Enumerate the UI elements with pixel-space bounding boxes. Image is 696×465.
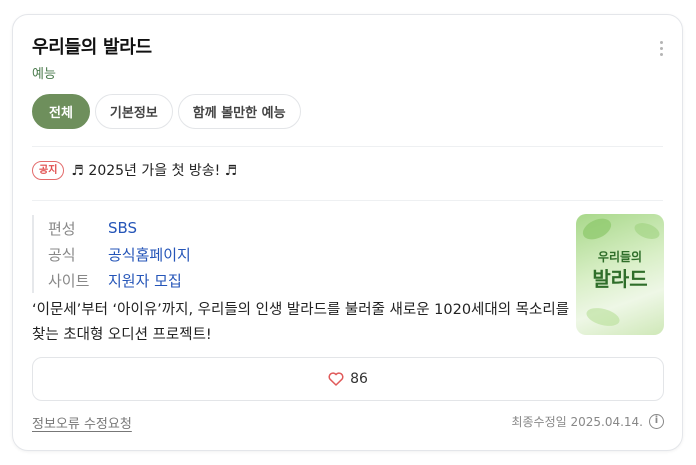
last-updated: 최종수정일 2025.04.14. i: [511, 413, 664, 430]
divider: [32, 146, 663, 147]
info-list: 편성 SBS 공식 공식홈페이지 사이트 지원자 모집: [32, 215, 362, 293]
notice-badge: 공지: [32, 160, 65, 180]
program-title[interactable]: 우리들의 발라드: [32, 33, 152, 59]
info-icon[interactable]: i: [649, 414, 664, 429]
tab-basic-info[interactable]: 기본정보: [94, 94, 173, 129]
divider: [32, 200, 663, 201]
official-homepage-link[interactable]: 공식홈페이지: [108, 244, 191, 265]
tab-related-shows[interactable]: 함께 볼만한 예능: [177, 94, 301, 129]
program-description: ‘이문세’부터 ‘아이유’까지, 우리들의 인생 발라드를 불러줄 새로운 10…: [32, 302, 570, 343]
report-error-link[interactable]: 정보오류 수정요청: [32, 413, 132, 432]
info-key: 공식: [48, 245, 76, 264]
info-row-broadcaster: 편성 SBS: [34, 215, 362, 241]
applicant-recruit-link[interactable]: 지원자 모집: [108, 270, 182, 291]
tab-all[interactable]: 전체: [32, 94, 90, 129]
notice-text: ♬ 2025년 가을 첫 방송! ♬: [71, 163, 238, 179]
like-button[interactable]: 86: [32, 357, 664, 401]
heart-outline-icon: [328, 372, 344, 386]
like-count: 86: [350, 371, 368, 387]
program-category: 예능: [32, 67, 56, 82]
info-key: 사이트: [48, 271, 90, 290]
info-key: 편성: [48, 219, 76, 238]
poster-logo-line2: 발라드: [592, 267, 648, 291]
more-options-icon[interactable]: [658, 41, 664, 57]
broadcaster-link[interactable]: SBS: [108, 219, 137, 237]
info-row-official: 공식 공식홈페이지: [34, 241, 362, 267]
last-updated-text: 최종수정일 2025.04.14.: [511, 415, 643, 429]
notice[interactable]: 공지 ♬ 2025년 가을 첫 방송! ♬: [32, 160, 237, 180]
program-card: 우리들의 발라드 예능 전체 기본정보 함께 볼만한 예능 공지 ♬ 2025년…: [12, 14, 683, 451]
info-row-site: 사이트 지원자 모집: [34, 267, 362, 293]
tab-bar: 전체 기본정보 함께 볼만한 예능: [32, 94, 301, 129]
program-poster[interactable]: 우리들의 발라드: [576, 214, 664, 335]
